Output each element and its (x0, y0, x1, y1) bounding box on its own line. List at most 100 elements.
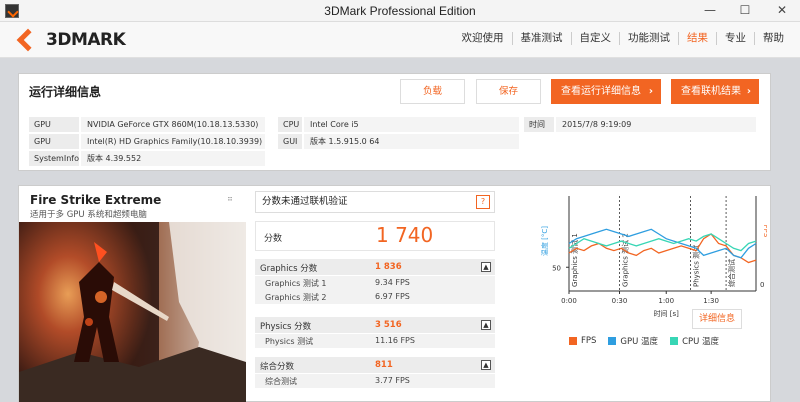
validation-warning: 分数未通过联机验证 ? (255, 191, 495, 213)
test-row: Physics 测试 11.16 FPS (255, 334, 495, 348)
nav-pro[interactable]: 专业 (717, 32, 755, 45)
legend-label: FPS (581, 336, 597, 346)
info-row-gui: GUI 版本 1.5.915.0 64 (278, 134, 519, 149)
test-row: Graphics 测试 2 6.97 FPS (255, 290, 495, 304)
benchmark-subtitle: 适用于多 GPU 系统和超频电脑 (30, 210, 147, 220)
test-value: 11.16 FPS (375, 336, 415, 345)
test-label: Physics 测试 (265, 337, 314, 346)
x-tick-label: 0:00 (561, 297, 577, 305)
section-label: 综合测试 (727, 259, 736, 287)
physics-score-section: Physics 分数 3 516 ▲ Physics 测试 11.16 FPS (255, 317, 495, 348)
y-left-axis-label: 温度 [°C] (540, 226, 549, 256)
test-value: 9.34 FPS (375, 278, 410, 287)
nav-welcome[interactable]: 欢迎使用 (454, 32, 513, 45)
info-value: 版本 1.5.915.0 64 (304, 134, 519, 149)
app-header: 3DMARK 欢迎使用 基准测试 自定义 功能测试 结果 专业 帮助 (0, 22, 800, 58)
minimize-button[interactable]: — (695, 0, 725, 20)
info-value: Intel Core i5 (304, 117, 519, 132)
save-button[interactable]: 保存 (476, 79, 541, 104)
info-row-time: 时间 2015/7/8 9:19:09 (524, 117, 756, 132)
info-value: 2015/7/8 9:19:09 (556, 117, 756, 132)
score-value: 1 740 (376, 223, 434, 247)
combined-score-section: 综合分数 811 ▲ 综合测试 3.77 FPS (255, 357, 495, 388)
view-online-results-button[interactable]: 查看联机结果 › (671, 79, 759, 104)
score-column: 分数未通过联机验证 ? 分数 1 740 Graphics 分数 1 836 ▲… (255, 191, 495, 402)
y-right-axis-label: FPS (762, 225, 767, 238)
test-label: Graphics 测试 2 (265, 293, 327, 302)
test-value: 3.77 FPS (375, 376, 410, 385)
test-label: 综合测试 (265, 377, 297, 386)
test-label: Graphics 测试 1 (265, 279, 327, 288)
test-row: 综合测试 3.77 FPS (255, 374, 495, 388)
legend-item-cpu-temp: CPU 温度 (670, 335, 719, 347)
collapse-icon[interactable]: ▲ (481, 360, 491, 370)
physics-score-header: Physics 分数 3 516 ▲ (255, 317, 495, 334)
y-left-tick-label: 50 (552, 264, 561, 272)
legend-label: CPU 温度 (682, 337, 720, 347)
maximize-button[interactable]: ☐ (730, 0, 760, 20)
benchmark-artwork (19, 222, 246, 402)
details-button[interactable]: 详细信息 (692, 309, 742, 329)
info-key: CPU (278, 117, 304, 132)
physics-score-label: Physics 分数 (260, 322, 312, 332)
score-label: 分数 (264, 234, 283, 244)
nav-results[interactable]: 结果 (679, 32, 717, 45)
info-key: GUI (278, 134, 304, 149)
expand-icon[interactable]: ⠶ (227, 194, 237, 204)
logo-text: 3DMARK (46, 30, 126, 50)
legend-swatch (608, 337, 617, 345)
legend-swatch (569, 337, 577, 345)
view-online-results-label: 查看联机结果 (681, 86, 741, 97)
graphics-score-label: Graphics 分数 (260, 264, 318, 274)
info-key: GPU (29, 134, 81, 149)
graphics-score-header: Graphics 分数 1 836 ▲ (255, 259, 495, 276)
run-details-title: 运行详细信息 (29, 85, 102, 99)
info-value: Intel(R) HD Graphics Family(10.18.10.393… (81, 134, 265, 149)
combined-score-header: 综合分数 811 ▲ (255, 357, 495, 374)
close-button[interactable]: ✕ (765, 0, 799, 20)
test-value: 6.97 FPS (375, 292, 410, 301)
info-value: NVIDIA GeForce GTX 860M(10.18.13.5330) (81, 117, 265, 132)
title-bar: 3DMark Professional Edition — ☐ ✕ (0, 0, 800, 22)
nav-custom[interactable]: 自定义 (572, 32, 620, 45)
x-tick-label: 1:30 (703, 297, 719, 305)
nav-benchmarks[interactable]: 基准测试 (513, 32, 572, 45)
overall-score: 分数 1 740 (255, 221, 495, 251)
benchmark-result-panel: Fire Strike Extreme 适用于多 GPU 系统和超频电脑 ⠶ 分… (18, 185, 771, 402)
collapse-icon[interactable]: ▲ (481, 320, 491, 330)
x-tick-label: 0:30 (612, 297, 628, 305)
chart-legend: FPS GPU 温度 CPU 温度 (569, 335, 719, 347)
run-details-panel: 运行详细信息 负载 保存 查看运行详细信息 › 查看联机结果 › GPU NVI… (18, 73, 771, 171)
validation-warning-text: 分数未通过联机验证 (262, 196, 348, 207)
logo-chevron-icon (16, 28, 40, 52)
nav-feature-tests[interactable]: 功能测试 (620, 32, 679, 45)
info-value: 版本 4.39.552 (81, 151, 265, 166)
graphics-score-value: 1 836 (375, 262, 402, 272)
physics-score-value: 3 516 (375, 320, 402, 330)
legend-item-gpu-temp: GPU 温度 (608, 335, 658, 347)
info-row-cpu: CPU Intel Core i5 (278, 117, 519, 132)
view-run-details-button[interactable]: 查看运行详细信息 › (551, 79, 661, 104)
info-row-gpu1: GPU NVIDIA GeForce GTX 860M(10.18.13.533… (29, 117, 265, 132)
nav-help[interactable]: 帮助 (755, 32, 792, 45)
chevron-right-icon: › (648, 86, 653, 97)
info-key: GPU (29, 117, 81, 132)
window-title: 3DMark Professional Edition (324, 4, 476, 18)
logo: 3DMARK (14, 28, 126, 52)
help-icon[interactable]: ? (476, 195, 490, 209)
combined-score-value: 811 (375, 360, 393, 370)
x-tick-label: 1:00 (658, 297, 674, 305)
benchmark-title: Fire Strike Extreme (30, 193, 162, 207)
legend-label: GPU 温度 (620, 337, 659, 347)
test-row: Graphics 测试 1 9.34 FPS (255, 276, 495, 290)
collapse-icon[interactable]: ▲ (481, 262, 491, 272)
legend-item-fps: FPS (569, 335, 596, 347)
y-right-tick-label: 0 (760, 281, 764, 289)
combined-score-label: 综合分数 (260, 362, 295, 372)
chevron-right-icon: › (746, 86, 751, 97)
x-axis-label: 时间 [s] (654, 309, 680, 318)
info-key: SystemInfo (29, 151, 81, 166)
load-button[interactable]: 负载 (400, 79, 465, 104)
info-row-gpu2: GPU Intel(R) HD Graphics Family(10.18.10… (29, 134, 265, 149)
legend-swatch (670, 337, 679, 345)
